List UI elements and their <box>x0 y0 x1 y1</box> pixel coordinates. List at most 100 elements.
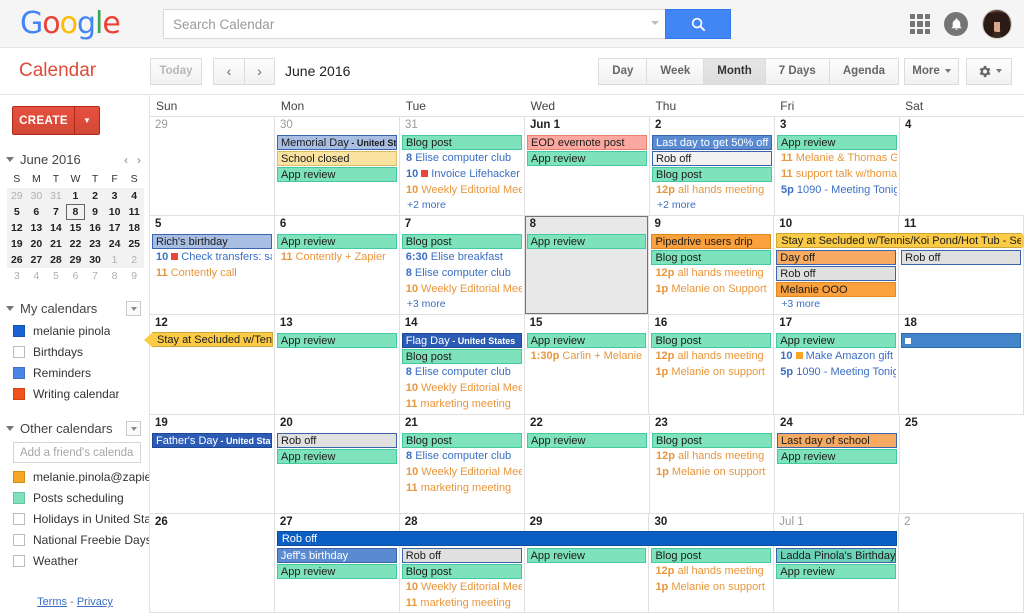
calendar-event[interactable]: 8 Elise computer club <box>402 151 522 166</box>
calendar-event[interactable]: App review <box>526 333 647 349</box>
day-cell[interactable]: 30 Blog post 12p all hands meeting 1p Melan… <box>649 513 775 613</box>
calendar-event[interactable]: 11 support talk w/thomas <box>777 167 897 182</box>
calendar-event[interactable]: 10 Weekly Editorial Meeti <box>402 183 522 198</box>
terms-link[interactable]: Terms <box>37 596 67 608</box>
mini-cal-day[interactable]: 28 <box>46 252 66 268</box>
calendar-event[interactable]: Blog post <box>402 432 522 448</box>
calendar-event[interactable]: Rob off <box>401 547 522 563</box>
mini-cal-day[interactable]: 26 <box>7 252 27 268</box>
mini-cal-day[interactable]: 6 <box>27 204 47 220</box>
calendar-checkbox[interactable] <box>13 554 25 567</box>
mini-next-button[interactable]: › <box>137 153 141 167</box>
calendar-checkbox[interactable] <box>13 533 25 546</box>
calendar-event[interactable]: 6:30 Elise breakfast <box>402 250 522 265</box>
create-dropdown-arrow-icon[interactable]: ▼ <box>75 106 99 135</box>
day-cell[interactable]: 17App review10 Make Amazon gift ca5p 109… <box>774 315 900 414</box>
mini-cal-day[interactable]: 25 <box>124 236 144 252</box>
day-cell[interactable]: 22 App review <box>525 414 650 513</box>
calendar-event[interactable]: Jeff's birthday <box>276 547 397 563</box>
my-calendar-item[interactable]: melanie pinola <box>13 320 149 341</box>
mini-cal-day[interactable]: 9 <box>124 268 144 284</box>
day-cell[interactable]: 29 <box>150 117 275 216</box>
view-tab-day[interactable]: Day <box>598 57 648 85</box>
view-tab-7days[interactable]: 7 Days <box>765 57 830 85</box>
calendar-event[interactable]: 11 marketing meeting <box>402 596 522 611</box>
mini-cal-day[interactable]: 2 <box>124 252 144 268</box>
day-number[interactable]: 3 <box>775 117 899 134</box>
day-number[interactable]: 27 <box>275 514 399 531</box>
calendar-event[interactable]: 11 marketing meeting <box>402 481 522 496</box>
mini-cal-day[interactable]: 1 <box>105 252 125 268</box>
calendar-event[interactable]: Father's Day - United Stat <box>152 432 272 448</box>
mini-cal-day[interactable]: 29 <box>7 188 27 204</box>
mini-cal-day[interactable]: 8 <box>105 268 125 284</box>
notifications-bell-icon[interactable] <box>944 12 968 36</box>
calendar-event[interactable]: Rob off <box>277 432 397 448</box>
day-cell[interactable]: 26 <box>150 513 275 613</box>
calendar-event[interactable]: 1p Melanie on support <box>652 465 772 480</box>
calendar-event[interactable]: App review <box>527 151 647 166</box>
calendar-event[interactable]: 10 Weekly Editorial Meeti <box>402 465 522 480</box>
mini-cal-day[interactable]: 30 <box>27 188 47 204</box>
calendar-event[interactable]: Blog post <box>652 432 772 448</box>
calendar-event[interactable]: 5p 1090 - Meeting Tonigh <box>777 183 897 198</box>
my-calendars-options-button[interactable] <box>126 301 141 316</box>
day-number[interactable]: 15 <box>525 315 649 332</box>
day-cell[interactable]: 29 App review <box>525 513 650 613</box>
day-number[interactable]: 29 <box>525 514 649 531</box>
calendar-color-swatch[interactable] <box>13 470 25 483</box>
calendar-event[interactable]: Rich's birthday <box>152 234 272 250</box>
mini-cal-day[interactable]: 10 <box>105 204 125 220</box>
calendar-event[interactable]: 10 Make Amazon gift ca <box>776 349 896 364</box>
day-number[interactable]: 11 <box>899 216 1023 233</box>
day-cell[interactable]: 15App review1:30p Carlin + Melanie ch <box>525 315 650 414</box>
calendar-event[interactable]: 1p Melanie on support <box>651 580 771 595</box>
calendar-event[interactable]: Rob off <box>652 151 772 166</box>
calendar-event[interactable]: 1p Melanie on Support <box>651 282 771 297</box>
my-calendar-item[interactable]: Reminders <box>13 362 149 383</box>
day-number[interactable]: Jul 1 <box>774 514 898 531</box>
day-cell[interactable]: 3 App review 11 Melanie & Thomas Go 11 supp… <box>775 117 900 216</box>
other-calendar-item[interactable]: melanie.pinola@zapie... <box>13 466 149 487</box>
more-events-link[interactable]: +2 more <box>650 199 774 212</box>
day-number[interactable]: 7 <box>400 216 524 233</box>
calendar-event[interactable]: App review <box>526 234 647 250</box>
day-cell[interactable]: 18 <box>899 315 1024 414</box>
day-number[interactable]: 16 <box>649 315 773 332</box>
day-number[interactable]: 9 <box>649 216 773 233</box>
day-number[interactable]: 8 <box>525 216 649 233</box>
calendar-event[interactable]: School closed <box>277 151 397 166</box>
mini-cal-day[interactable]: 23 <box>85 236 105 252</box>
mini-prev-button[interactable]: ‹ <box>124 153 128 167</box>
calendar-event[interactable] <box>901 333 1022 349</box>
day-number[interactable]: 12 <box>150 315 274 332</box>
day-number[interactable]: Jun 1 <box>525 117 649 134</box>
day-number[interactable]: 6 <box>275 216 399 233</box>
calendar-event[interactable]: Blog post <box>651 547 772 563</box>
search-input[interactable] <box>163 9 665 39</box>
mini-cal-day[interactable]: 20 <box>27 236 47 252</box>
day-number[interactable]: 24 <box>775 415 899 432</box>
day-cell[interactable]: 21 Blog post 8 Elise computer club 10 Weekl… <box>400 414 525 513</box>
calendar-event[interactable]: App review <box>527 432 647 448</box>
mini-cal-day[interactable]: 31 <box>46 188 66 204</box>
day-number[interactable]: 31 <box>400 117 524 134</box>
mini-cal-day[interactable]: 12 <box>7 220 27 236</box>
mini-cal-day[interactable]: 9 <box>85 204 105 220</box>
day-cell[interactable]: Jun 1 EOD evernote post App review <box>525 117 650 216</box>
calendar-event[interactable]: Memorial Day - United Sta <box>277 135 397 150</box>
day-cell[interactable]: 30 Memorial Day - United Sta School closed… <box>275 117 400 216</box>
mini-cal-day[interactable]: 30 <box>85 252 105 268</box>
mini-cal-day[interactable]: 21 <box>46 236 66 252</box>
other-calendars-options-button[interactable] <box>126 421 141 436</box>
calendar-event[interactable]: Blog post <box>401 563 522 579</box>
mini-cal-day[interactable]: 7 <box>85 268 105 284</box>
my-calendar-item[interactable]: Birthdays <box>13 341 149 362</box>
calendar-event[interactable]: 10 Weekly Editorial Meeti <box>402 580 522 595</box>
calendar-event[interactable]: 12p all hands meeting <box>651 266 771 281</box>
multi-day-event[interactable]: Rob off <box>276 530 898 546</box>
other-calendar-item[interactable]: Weather <box>13 550 149 571</box>
calendar-event[interactable]: EOD evernote post <box>527 135 647 150</box>
calendar-event[interactable]: 10 Check transfers: sav <box>152 250 272 265</box>
mini-cal-day[interactable]: 22 <box>66 236 86 252</box>
